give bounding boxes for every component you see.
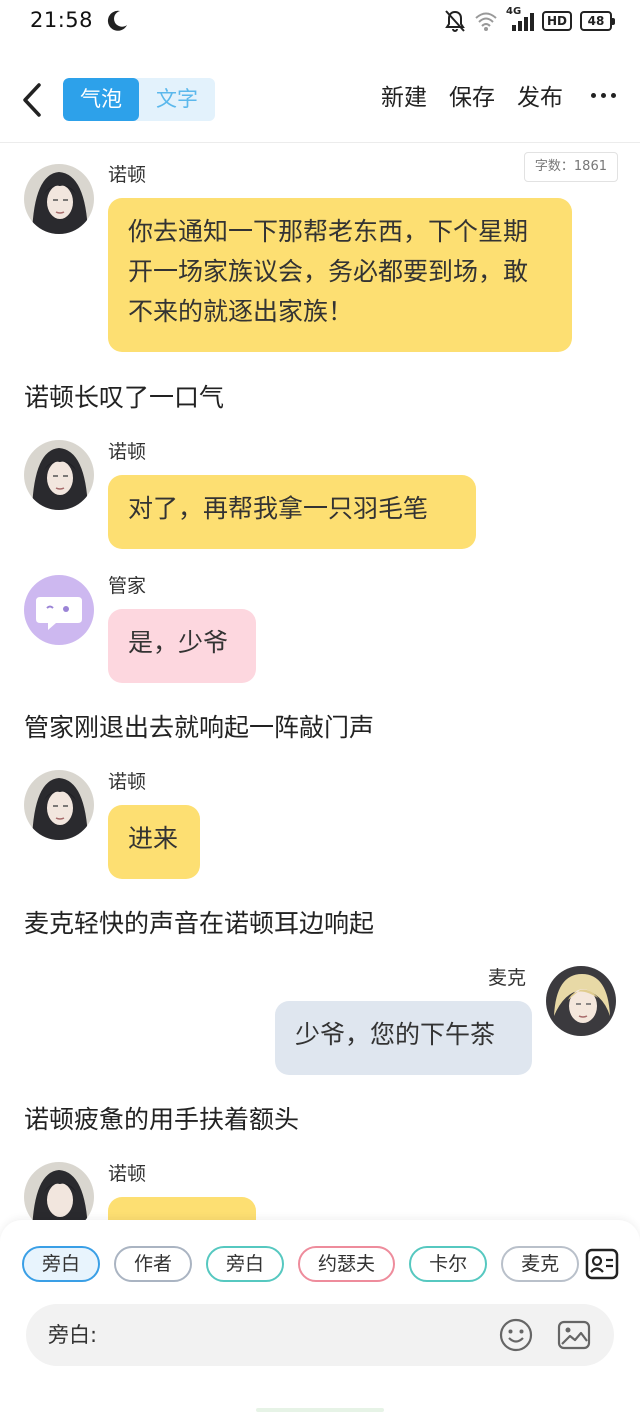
hd-badge: HD	[541, 11, 572, 31]
wifi-icon	[475, 12, 497, 31]
speaker-name: 诺顿	[108, 1163, 147, 1185]
avatar-nuoton[interactable]	[24, 164, 94, 234]
app-header: 气泡 文字 新建 保存 发布	[0, 66, 640, 134]
status-icons: 4G HD 48	[444, 6, 615, 34]
message-bubble[interactable]: 少爷，您的下午茶	[275, 1001, 532, 1075]
moon-icon	[107, 10, 127, 31]
message-bubble[interactable]: 对了，再帮我拿一只羽毛笔	[108, 475, 476, 549]
status-time: 21:58	[30, 8, 94, 32]
avatar-nuoton[interactable]	[24, 770, 94, 840]
chat-bubble-face-icon	[24, 575, 94, 645]
image-icon[interactable]	[556, 1317, 592, 1353]
publish-button[interactable]: 发布	[517, 78, 563, 112]
role-chip-author[interactable]: 作者	[114, 1246, 193, 1282]
signal-indicator: 4G	[506, 6, 534, 32]
battery-indicator: 48	[580, 11, 615, 31]
role-chip-mike[interactable]: 麦克	[501, 1246, 580, 1282]
role-chip-narration-2[interactable]: 旁白	[206, 1246, 285, 1282]
speaker-name: 诺顿	[108, 164, 147, 186]
narration-text[interactable]: 管家刚退出去就响起一阵敲门声	[24, 708, 374, 744]
header-divider	[0, 142, 640, 143]
speaker-name: 麦克	[488, 967, 527, 989]
role-chip-joseph[interactable]: 约瑟夫	[298, 1246, 396, 1282]
home-indicator	[256, 1408, 384, 1412]
header-actions: 新建 保存 发布	[381, 78, 616, 112]
narration-text[interactable]: 诺顿疲惫的用手扶着额头	[24, 1100, 299, 1136]
role-chip-carl[interactable]: 卡尔	[409, 1246, 488, 1282]
narration-text[interactable]: 麦克轻快的声音在诺顿耳边响起	[24, 904, 374, 940]
emoji-icon[interactable]	[498, 1317, 534, 1353]
signal-icon	[511, 13, 534, 31]
new-button[interactable]: 新建	[381, 78, 427, 112]
speaker-name: 诺顿	[108, 441, 147, 463]
character-portrait-icon	[24, 770, 94, 840]
word-count-badge: 字数：1861	[523, 152, 618, 182]
mode-toggle: 气泡 文字	[63, 78, 215, 121]
tab-bubble[interactable]: 气泡	[63, 78, 139, 121]
narration-text[interactable]: 诺顿长叹了一口气	[24, 378, 224, 414]
message-bubble[interactable]: 是，少爷	[108, 609, 256, 683]
avatar-nuoton[interactable]	[24, 440, 94, 510]
tab-text[interactable]: 文字	[139, 78, 215, 121]
speaker-name: 管家	[108, 575, 147, 597]
speaker-name: 诺顿	[108, 771, 147, 793]
message-bubble[interactable]: 你去通知一下那帮老东西，下个星期开一场家族议会，务必都要到场，敢不来的就逐出家族…	[108, 198, 572, 352]
character-portrait-icon	[24, 164, 94, 234]
message-input-row: 旁白:	[26, 1304, 614, 1366]
role-chip-narration[interactable]: 旁白	[22, 1246, 101, 1282]
input-role-prefix: 旁白:	[48, 1323, 98, 1347]
save-button[interactable]: 保存	[449, 78, 495, 112]
contact-card-icon[interactable]	[584, 1246, 620, 1282]
composer-panel: 旁白 作者 旁白 约瑟夫 卡尔 麦克 旁白:	[0, 1220, 640, 1422]
message-bubble[interactable]: 进来	[108, 805, 200, 879]
back-arrow-icon[interactable]	[18, 80, 48, 120]
message-input[interactable]	[112, 1316, 496, 1356]
bell-off-icon	[445, 10, 465, 32]
role-chips: 旁白 作者 旁白 约瑟夫 卡尔 麦克	[22, 1246, 580, 1282]
more-icon[interactable]	[585, 92, 616, 98]
status-bar: 21:58 4G HD 48	[0, 0, 640, 44]
character-portrait-icon	[24, 440, 94, 510]
avatar-butler[interactable]	[24, 575, 94, 645]
character-portrait-icon	[546, 966, 616, 1036]
avatar-mike[interactable]	[546, 966, 616, 1036]
